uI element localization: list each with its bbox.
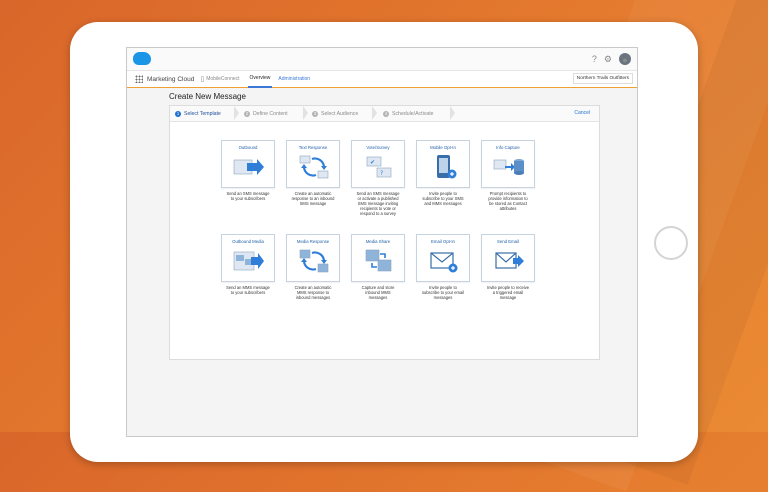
wizard-step-select-template[interactable]: 1 Select Template bbox=[175, 106, 221, 121]
svg-text:?: ? bbox=[380, 170, 383, 177]
template-tile-send-email[interactable]: Send Email bbox=[481, 234, 535, 282]
tab-administration[interactable]: Administration bbox=[276, 71, 312, 87]
help-icon[interactable]: ? bbox=[592, 52, 597, 66]
tile-title: Text Response bbox=[298, 145, 328, 150]
media-share-icon bbox=[365, 249, 392, 272]
step-label: Define Content bbox=[253, 110, 288, 117]
step-number: 4 bbox=[383, 110, 389, 117]
template-tile-mobile-opt-in[interactable]: Mobile Opt-In bbox=[416, 140, 470, 188]
step-number: 1 bbox=[175, 110, 181, 117]
tile-title: Media Share bbox=[365, 239, 391, 244]
tile-title: Outbound Media bbox=[232, 239, 264, 244]
template-tile-text-response[interactable]: Text Response bbox=[286, 140, 340, 188]
step-number: 3 bbox=[312, 110, 318, 117]
tile-description: Invite people to receive a triggered emai… bbox=[486, 285, 530, 300]
step-divider-chevron bbox=[450, 106, 455, 120]
tile-description: Invite people to subscribe to your email m… bbox=[421, 285, 465, 300]
vote-survey-icon: ✔ ? bbox=[366, 156, 392, 178]
account-switcher[interactable]: Northern Trails Outfitters bbox=[572, 73, 633, 84]
cancel-link[interactable]: Cancel bbox=[574, 106, 590, 121]
email-opt-in-icon bbox=[430, 252, 458, 273]
tile-description: Capture and store inbound MMS messages bbox=[361, 285, 395, 300]
tile-title: Mobile Opt-In bbox=[430, 145, 456, 150]
step-divider-chevron bbox=[372, 106, 377, 120]
template-tile-email-opt-in[interactable]: Email Opt-In bbox=[416, 234, 470, 282]
template-tile-media-response[interactable]: Media Response bbox=[286, 234, 340, 282]
template-tile-info-capture[interactable]: Info Capture bbox=[481, 140, 535, 188]
outbound-media-icon bbox=[233, 251, 264, 271]
tile-description: Create an automatic response to an inboun… bbox=[291, 191, 335, 206]
template-tile-outbound-media[interactable]: Outbound Media bbox=[221, 234, 275, 282]
app-screen: ? ⚙ ● Marketing Cloud ▯ MobileConnect Ov… bbox=[126, 47, 638, 437]
tile-title: Outbound bbox=[238, 145, 258, 150]
tile-title: Vote/Survey bbox=[366, 145, 390, 150]
avatar-icon[interactable]: ● bbox=[619, 53, 631, 65]
step-label: Schedule/Activate bbox=[392, 110, 434, 117]
tab-overview[interactable]: Overview bbox=[247, 70, 273, 88]
salesforce-cloud-logo-icon[interactable] bbox=[133, 52, 151, 65]
main-content: Create New Message 1 Select Template 2 D… bbox=[127, 88, 637, 436]
wizard-step-define-content[interactable]: 2 Define Content bbox=[244, 106, 288, 121]
info-capture-icon bbox=[493, 159, 524, 175]
page-title: Create New Message bbox=[169, 92, 246, 101]
svg-text:✔: ✔ bbox=[370, 159, 375, 166]
tile-description: Invite people to subscribe to your SMS and… bbox=[422, 191, 464, 206]
global-header: ? ⚙ ● bbox=[127, 48, 637, 71]
tile-description: Create an automatic MMS response to inboun… bbox=[294, 285, 332, 300]
step-number: 2 bbox=[244, 110, 250, 117]
app-launcher-grid-icon[interactable] bbox=[135, 75, 143, 83]
send-email-icon bbox=[495, 252, 524, 269]
app-subtitle: MobileConnect bbox=[206, 76, 240, 82]
mobile-phone-icon: ▯ bbox=[200, 76, 205, 83]
mobile-opt-in-icon bbox=[437, 155, 457, 179]
template-tile-media-share[interactable]: Media Share bbox=[351, 234, 405, 282]
wizard-steps: 1 Select Template 2 Define Content 3 Sel… bbox=[170, 106, 599, 122]
app-name: Marketing Cloud bbox=[147, 75, 195, 83]
tile-title: Media Response bbox=[296, 239, 330, 244]
tile-title: Email Opt-In bbox=[431, 239, 455, 244]
step-label: Select Audience bbox=[321, 110, 359, 117]
gear-icon[interactable]: ⚙ bbox=[604, 52, 612, 66]
tablet-home-button[interactable] bbox=[654, 226, 688, 260]
outbound-arrow-icon bbox=[233, 159, 264, 175]
wizard-step-schedule-activate[interactable]: 4 Schedule/Activate bbox=[383, 106, 434, 121]
template-tile-outbound[interactable]: Outbound bbox=[221, 140, 275, 188]
text-response-icon bbox=[299, 155, 329, 179]
step-divider-chevron bbox=[303, 106, 308, 120]
header-utility-icons: ? ⚙ ● bbox=[592, 52, 631, 66]
template-tile-vote-survey[interactable]: Vote/Survey ✔ ? bbox=[351, 140, 405, 188]
tile-description: Send an SMS message or activate a publish… bbox=[356, 191, 400, 216]
tile-title: Send Email bbox=[497, 239, 519, 244]
tile-title: Info Capture bbox=[496, 145, 520, 150]
app-nav-bar: Marketing Cloud ▯ MobileConnect Overview… bbox=[127, 71, 637, 89]
step-label: Select Template bbox=[184, 110, 221, 117]
tile-description: Send an MMS message to your subscribers bbox=[226, 285, 270, 295]
template-panel: 1 Select Template 2 Define Content 3 Sel… bbox=[169, 105, 600, 360]
tile-description: Prompt recipients to provide information … bbox=[488, 191, 528, 211]
step-divider-chevron bbox=[234, 106, 239, 120]
media-response-icon bbox=[299, 249, 329, 273]
wizard-step-select-audience[interactable]: 3 Select Audience bbox=[312, 106, 358, 121]
tile-description: Send an SMS message to your subscribers bbox=[226, 191, 270, 201]
